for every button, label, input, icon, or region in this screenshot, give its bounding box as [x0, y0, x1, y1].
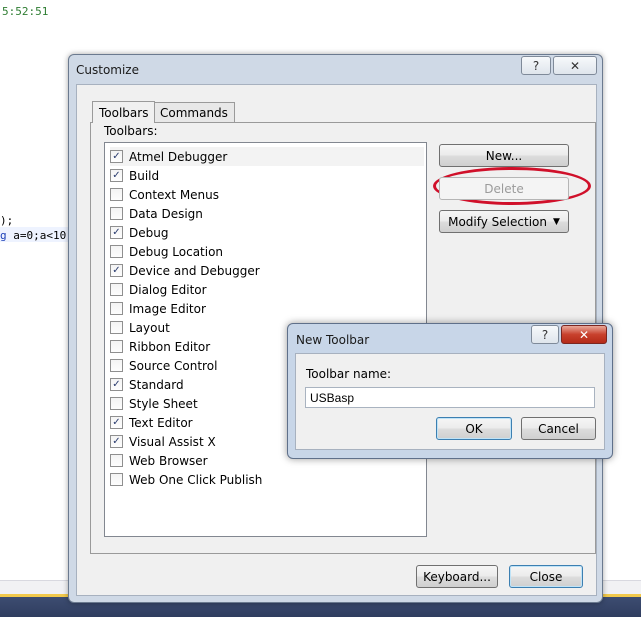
modify-selection-label: Modify Selection	[448, 214, 547, 229]
toolbar-list-item[interactable]: ✓ Atmel Debugger	[110, 147, 424, 166]
dropdown-arrow-icon: ▼	[552, 216, 560, 227]
tab-commands-label: Commands	[160, 105, 228, 120]
ok-button[interactable]: OK	[436, 417, 512, 440]
checkbox[interactable]	[110, 302, 123, 315]
toolbar-list-item-label: Context Menus	[129, 187, 220, 202]
toolbar-name-input[interactable]	[305, 387, 595, 408]
toolbar-list-item-label: Image Editor	[129, 301, 206, 316]
checkbox[interactable]	[110, 340, 123, 353]
new-toolbar-dialog: New Toolbar ? ✕ Toolbar name: OK Cancel	[287, 323, 613, 459]
toolbar-list-item[interactable]: ✓ Debug	[110, 223, 168, 242]
toolbar-list-item[interactable]: Style Sheet	[110, 394, 198, 413]
close-window-button[interactable]: ✕	[553, 56, 597, 75]
code-keyword: g	[0, 229, 7, 242]
toolbar-list-item[interactable]: ✓ Text Editor	[110, 413, 193, 432]
toolbar-list-item[interactable]: ✓ Device and Debugger	[110, 261, 260, 280]
checkbox[interactable]	[110, 321, 123, 334]
toolbar-list-item[interactable]: Context Menus	[110, 185, 219, 204]
tab-toolbars-label: Toolbars	[99, 105, 149, 120]
toolbar-list-item-label: Atmel Debugger	[129, 149, 228, 164]
toolbar-list-item[interactable]: Web One Click Publish	[110, 470, 262, 489]
checkbox[interactable]: ✓	[110, 226, 123, 239]
new-toolbar-close-window-button[interactable]: ✕	[561, 325, 607, 344]
toolbar-list-item[interactable]: ✓ Standard	[110, 375, 184, 394]
close-icon: ✕	[569, 58, 581, 73]
toolbar-list-item-label: Standard	[129, 377, 184, 392]
code-loop-text: a=0;a<10	[6, 229, 67, 242]
code-line-paren: );	[0, 214, 14, 227]
ok-button-label: OK	[465, 421, 483, 436]
new-toolbar-dialog-title: New Toolbar	[296, 333, 370, 347]
keyboard-button-label: Keyboard...	[423, 569, 491, 584]
toolbar-list-item-label: Web One Click Publish	[129, 472, 263, 487]
toolbar-list-item[interactable]: Layout	[110, 318, 170, 337]
toolbar-list-item-label: Dialog Editor	[129, 282, 207, 297]
checkbox[interactable]: ✓	[110, 264, 123, 277]
toolbar-list-item-label: Debug	[129, 225, 169, 240]
tab-commands[interactable]: Commands	[153, 102, 235, 122]
checkbox[interactable]: ✓	[110, 169, 123, 182]
toolbar-list-item[interactable]: Debug Location	[110, 242, 223, 261]
checkbox[interactable]	[110, 359, 123, 372]
toolbar-list-item[interactable]: Image Editor	[110, 299, 206, 318]
help-icon: ?	[541, 327, 549, 342]
checkbox[interactable]	[110, 207, 123, 220]
checkbox[interactable]	[110, 283, 123, 296]
close-icon: ✕	[578, 327, 590, 342]
toolbar-list-item-label: Device and Debugger	[129, 263, 260, 278]
toolbar-list-item-label: Build	[129, 168, 160, 183]
checkbox[interactable]	[110, 188, 123, 201]
code-timestamp: 5:52:51	[2, 5, 49, 18]
toolbar-list-item[interactable]: Source Control	[110, 356, 217, 375]
toolbar-list-item-label: Layout	[129, 320, 170, 335]
cancel-button-label: Cancel	[538, 421, 579, 436]
toolbar-list-item-label: Data Design	[129, 206, 203, 221]
customize-dialog-title: Customize	[76, 63, 139, 77]
toolbar-list-item[interactable]: Dialog Editor	[110, 280, 207, 299]
checkbox[interactable]: ✓	[110, 150, 123, 163]
help-button[interactable]: ?	[521, 56, 551, 75]
delete-toolbar-button[interactable]: Delete	[439, 177, 569, 200]
new-toolbar-button[interactable]: New...	[439, 144, 569, 167]
toolbar-list-item[interactable]: Web Browser	[110, 451, 208, 470]
modify-selection-button[interactable]: Modify Selection ▼	[439, 210, 569, 233]
toolbar-list-item[interactable]: Data Design	[110, 204, 203, 223]
checkbox[interactable]	[110, 397, 123, 410]
close-button[interactable]: Close	[509, 565, 583, 588]
code-line-loop: g a=0;a<10	[0, 229, 66, 242]
help-icon: ?	[532, 58, 540, 73]
checkbox[interactable]: ✓	[110, 416, 123, 429]
toolbar-list-item-label: Text Editor	[129, 415, 193, 430]
toolbar-list-item[interactable]: Ribbon Editor	[110, 337, 210, 356]
checkbox[interactable]	[110, 245, 123, 258]
toolbar-list-item-label: Style Sheet	[129, 396, 198, 411]
tab-toolbars[interactable]: Toolbars	[92, 101, 156, 123]
toolbar-list-item-label: Web Browser	[129, 453, 208, 468]
toolbar-name-label: Toolbar name:	[306, 367, 392, 381]
toolbar-list-item-label: Ribbon Editor	[129, 339, 211, 354]
toolbar-list-item[interactable]: ✓ Build	[110, 166, 159, 185]
checkbox[interactable]: ✓	[110, 435, 123, 448]
keyboard-button[interactable]: Keyboard...	[416, 565, 498, 588]
checkbox[interactable]: ✓	[110, 378, 123, 391]
toolbar-list-item-label: Debug Location	[129, 244, 224, 259]
toolbars-list-label: Toolbars:	[104, 124, 158, 138]
toolbar-list-item-label: Source Control	[129, 358, 218, 373]
toolbar-list-item-label: Visual Assist X	[129, 434, 216, 449]
cancel-button[interactable]: Cancel	[521, 417, 596, 440]
toolbar-list-item[interactable]: ✓ Visual Assist X	[110, 432, 216, 451]
new-toolbar-dialog-body: Toolbar name: OK Cancel	[295, 353, 605, 450]
checkbox[interactable]	[110, 473, 123, 486]
checkbox[interactable]	[110, 454, 123, 467]
new-toolbar-help-button[interactable]: ?	[531, 325, 559, 344]
close-button-label: Close	[529, 569, 563, 584]
new-toolbar-button-label: New...	[485, 148, 523, 163]
delete-toolbar-button-label: Delete	[484, 181, 524, 196]
